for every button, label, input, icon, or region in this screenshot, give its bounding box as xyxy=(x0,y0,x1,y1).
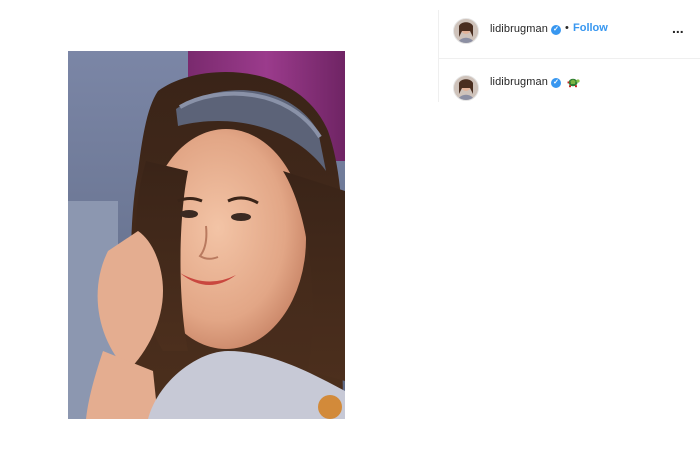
username-link[interactable]: lidibrugman xyxy=(490,23,548,35)
post-side-panel: lidibrugman ✓ • Follow ... lidibrugman ✓ xyxy=(438,10,700,102)
avatar[interactable] xyxy=(453,18,479,44)
verified-badge-icon: ✓ xyxy=(551,25,561,35)
selfie-photo-image xyxy=(68,51,345,419)
post-photo[interactable] xyxy=(68,51,345,419)
instagram-post-embed: lidibrugman ✓ • Follow ... lidibrugman ✓ xyxy=(0,0,700,465)
avatar-image xyxy=(454,76,478,100)
separator-dot: • xyxy=(565,22,569,34)
verified-badge-icon: ✓ xyxy=(551,78,561,88)
post-header: lidibrugman ✓ • Follow ... xyxy=(439,10,700,59)
turtle-emoji-icon xyxy=(567,78,580,88)
follow-button[interactable]: Follow xyxy=(573,22,608,34)
caption-avatar[interactable] xyxy=(453,75,479,101)
more-options-icon[interactable]: ... xyxy=(672,20,684,36)
caption-username-link[interactable]: lidibrugman xyxy=(490,76,548,88)
avatar-image xyxy=(454,19,478,43)
caption-row: lidibrugman ✓ xyxy=(439,70,700,102)
